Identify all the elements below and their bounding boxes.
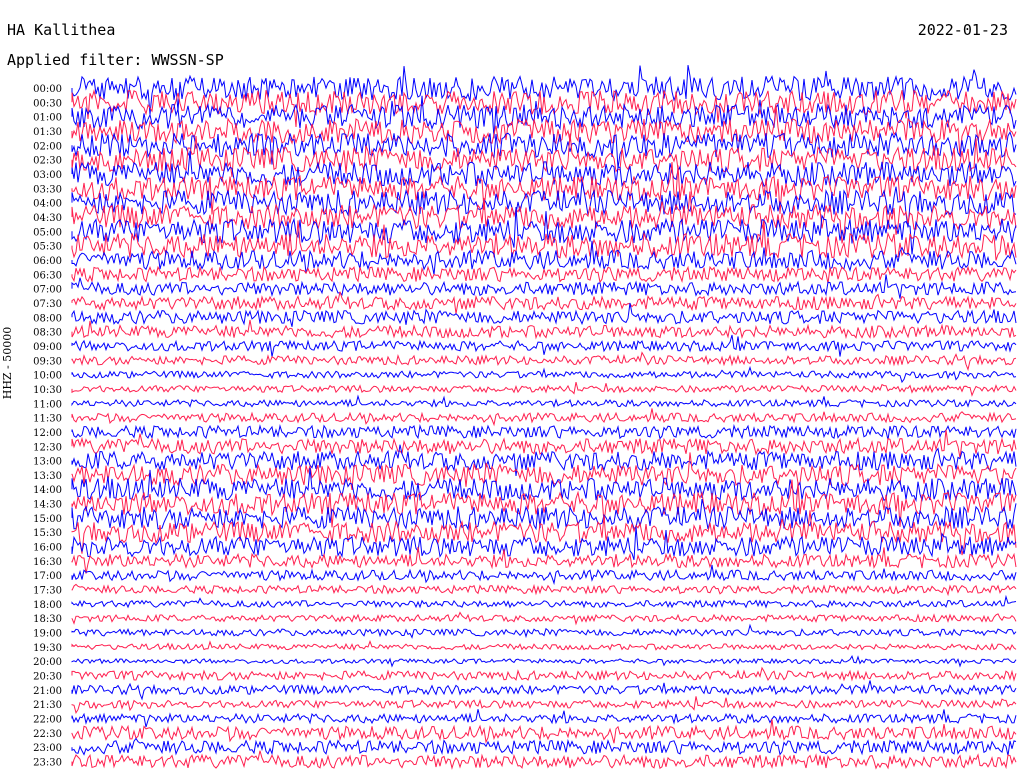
row-time-label: 04:00 bbox=[33, 199, 62, 210]
seismic-trace-row bbox=[71, 546, 1017, 574]
row-time-label: 16:30 bbox=[33, 557, 62, 568]
row-time-label: 16:00 bbox=[33, 543, 62, 554]
row-time-label: 06:00 bbox=[33, 256, 62, 267]
row-time-label: 02:00 bbox=[33, 141, 62, 152]
row-time-label: 00:30 bbox=[33, 98, 62, 109]
seismic-trace-row bbox=[71, 95, 1017, 139]
seismogram-plot: 00:00 00:30 01:00 01:30 02:00 02:30 03:00 03:30… bbox=[33, 65, 1017, 770]
row-time-label: 21:00 bbox=[33, 686, 62, 697]
row-time-label: 00:00 bbox=[33, 84, 62, 95]
row-time-label: 07:30 bbox=[33, 299, 62, 310]
row-time-label: 15:00 bbox=[33, 514, 62, 525]
seismic-trace-row bbox=[71, 334, 1017, 357]
seismic-trace-row bbox=[71, 719, 1017, 744]
seismic-trace-row bbox=[71, 640, 1017, 651]
row-time-label: 18:00 bbox=[33, 600, 62, 611]
seismic-trace-row bbox=[71, 526, 1017, 561]
seismic-trace-row bbox=[71, 351, 1017, 372]
row-time-label: 22:30 bbox=[33, 729, 62, 740]
row-time-label: 12:00 bbox=[33, 428, 62, 439]
seismic-trace-row bbox=[71, 265, 1017, 284]
row-time-label: 19:30 bbox=[33, 643, 62, 654]
row-time-label: 18:30 bbox=[33, 614, 62, 625]
row-time-label: 04:30 bbox=[33, 213, 62, 224]
row-time-label: 14:30 bbox=[33, 500, 62, 511]
row-time-label: 21:30 bbox=[33, 700, 62, 711]
row-time-label: 01:30 bbox=[33, 127, 62, 138]
row-time-label: 02:30 bbox=[33, 156, 62, 167]
seismic-trace-row bbox=[71, 709, 1017, 728]
seismic-trace-row bbox=[71, 365, 1017, 384]
row-time-label: 07:00 bbox=[33, 285, 62, 296]
row-time-label: 01:00 bbox=[33, 113, 62, 124]
seismic-trace-row bbox=[71, 423, 1017, 440]
seismic-trace-row bbox=[71, 319, 1017, 340]
row-time-label: 23:00 bbox=[33, 743, 62, 754]
row-time-label: 13:00 bbox=[33, 457, 62, 468]
row-time-label: 22:00 bbox=[33, 715, 62, 726]
row-time-label: 17:30 bbox=[33, 586, 62, 597]
row-time-label: 12:30 bbox=[33, 442, 62, 453]
row-time-label: 03:30 bbox=[33, 184, 62, 195]
seismic-trace-row bbox=[71, 444, 1017, 476]
seismic-trace-row bbox=[71, 666, 1017, 682]
row-time-label: 20:30 bbox=[33, 672, 62, 683]
seismic-trace-row bbox=[71, 564, 1017, 586]
row-time-label: 05:30 bbox=[33, 242, 62, 253]
seismic-trace-row bbox=[71, 594, 1017, 609]
seismic-trace-row bbox=[71, 611, 1017, 626]
row-time-label: 10:00 bbox=[33, 371, 62, 382]
row-time-label: 20:00 bbox=[33, 657, 62, 668]
seismic-trace-row bbox=[71, 291, 1017, 314]
seismic-trace-row bbox=[71, 181, 1017, 228]
seismic-trace-row bbox=[71, 737, 1017, 756]
row-time-label: 03:00 bbox=[33, 170, 62, 181]
row-time-label: 06:30 bbox=[33, 270, 62, 281]
row-time-label: 11:00 bbox=[33, 399, 62, 410]
seismic-trace-row bbox=[71, 381, 1017, 397]
row-time-label: 08:00 bbox=[33, 313, 62, 324]
seismic-trace-row bbox=[71, 680, 1017, 701]
row-time-label: 05:00 bbox=[33, 227, 62, 238]
seismic-trace-row bbox=[71, 394, 1017, 409]
row-time-label: 09:30 bbox=[33, 356, 62, 367]
row-time-label: 15:30 bbox=[33, 528, 62, 539]
seismic-trace-row bbox=[71, 302, 1017, 327]
row-time-label: 14:00 bbox=[33, 485, 62, 496]
row-time-label: 10:30 bbox=[33, 385, 62, 396]
row-time-label: 19:00 bbox=[33, 629, 62, 640]
seismic-trace-row bbox=[71, 750, 1017, 770]
seismic-trace-row bbox=[71, 105, 1017, 157]
seismic-trace-row bbox=[71, 408, 1017, 427]
row-time-label: 08:30 bbox=[33, 328, 62, 339]
seismic-trace-row bbox=[71, 696, 1017, 715]
seismic-trace-row bbox=[71, 623, 1017, 639]
row-time-label: 23:30 bbox=[33, 758, 62, 769]
row-time-label: 13:30 bbox=[33, 471, 62, 482]
row-time-label: 11:30 bbox=[33, 414, 62, 425]
seismic-trace-row bbox=[71, 655, 1017, 668]
row-time-label: 17:00 bbox=[33, 571, 62, 582]
row-time-label: 09:00 bbox=[33, 342, 62, 353]
seismic-trace-row bbox=[71, 583, 1017, 597]
